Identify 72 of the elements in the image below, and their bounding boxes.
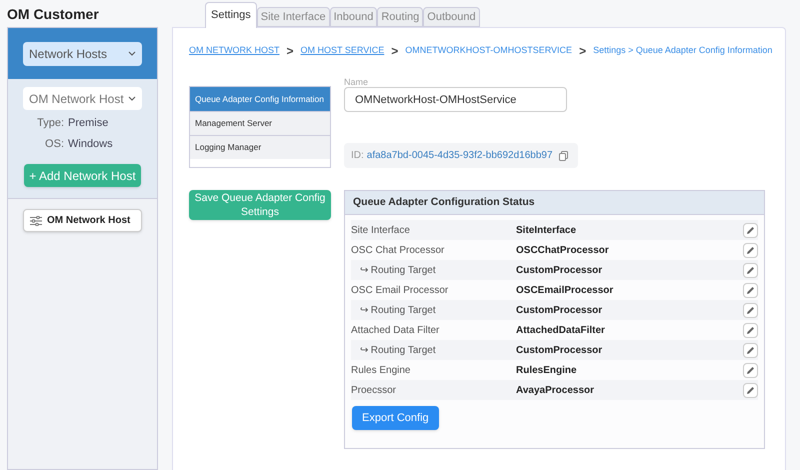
- row-label: Site Interface: [351, 224, 411, 238]
- host-select[interactable]: OM Network Host: [23, 87, 142, 110]
- section-item[interactable]: Management Server: [190, 111, 330, 135]
- row-label: OSC Chat Processor: [351, 244, 446, 258]
- edit-button[interactable]: [743, 262, 758, 278]
- row-value: OSCEmailProcessor: [516, 284, 614, 298]
- breadcrumb-separator: >: [286, 43, 294, 60]
- pencil-icon: [746, 306, 755, 314]
- tab[interactable]: Routing: [377, 7, 424, 27]
- id-value: afa8a7bd-0045-4d35-93f2-bb692d16bb97: [366, 149, 553, 163]
- detail-value: Premise: [68, 116, 108, 131]
- row-value: AvayaProcessor: [516, 384, 596, 398]
- edit-button[interactable]: [743, 342, 758, 358]
- row-label: ↪ Routing Target: [359, 304, 437, 318]
- save-settings-button[interactable]: Save Queue Adapter Config Settings: [189, 190, 331, 220]
- breadcrumb-link[interactable]: OM HOST SERVICE: [300, 44, 384, 58]
- row-value: SiteInterface: [516, 224, 578, 238]
- copy-icon[interactable]: [558, 150, 568, 160]
- id-label: ID:: [351, 149, 364, 163]
- name-field[interactable]: OMNetworkHost-OMHostService: [344, 87, 567, 112]
- pencil-icon: [746, 266, 755, 274]
- chevron-down-icon: [128, 51, 136, 56]
- row-value: CustomProcessor: [516, 264, 604, 278]
- edit-button[interactable]: [743, 302, 758, 318]
- tab[interactable]: Outbound: [423, 7, 480, 27]
- pencil-icon: [746, 326, 755, 334]
- app-title: OM Customer: [7, 5, 100, 24]
- row-label: ↪ Routing Target: [359, 264, 437, 278]
- row-value: OSCChatProcessor: [516, 244, 610, 258]
- edit-button[interactable]: [743, 362, 758, 378]
- add-network-host-button[interactable]: + Add Network Host: [24, 164, 141, 187]
- pencil-icon: [746, 226, 755, 234]
- export-config-button[interactable]: Export Config: [352, 406, 439, 430]
- edit-button[interactable]: [743, 222, 758, 238]
- edit-button[interactable]: [743, 382, 758, 398]
- chevron-down-icon: [128, 96, 136, 101]
- pencil-icon: [746, 346, 755, 354]
- pencil-icon: [746, 246, 755, 254]
- tab[interactable]: Inbound: [330, 7, 378, 27]
- host-label: OM Network Host: [47, 214, 130, 228]
- pencil-icon: [746, 286, 755, 294]
- detail-value: Windows: [68, 136, 113, 152]
- row-label: OSC Email Processor: [351, 284, 450, 298]
- breadcrumb-item: OMNETWORKHOST-OMHOSTSERVICE: [405, 44, 572, 58]
- edit-button[interactable]: [743, 282, 758, 298]
- row-value: RulesEngine: [516, 364, 578, 378]
- edit-button[interactable]: [743, 242, 758, 258]
- breadcrumb-separator: >: [391, 43, 398, 60]
- row-value: AttachedDataFilter: [516, 324, 606, 338]
- row-label: Proecssor: [351, 384, 398, 398]
- row-value: CustomProcessor: [516, 344, 604, 358]
- tab[interactable]: Site Interface: [256, 7, 330, 27]
- tab[interactable]: Settings: [205, 2, 257, 28]
- pencil-icon: [746, 386, 755, 394]
- section-item[interactable]: Logging Manager: [190, 135, 330, 159]
- row-label: ↪ Routing Target: [359, 344, 437, 358]
- sliders-icon: [30, 216, 42, 226]
- pencil-icon: [746, 366, 755, 374]
- status-panel-header: Queue Adapter Configuration Status: [345, 191, 764, 215]
- row-label: Rules Engine: [351, 364, 412, 378]
- detail-label: Type:: [36, 116, 64, 131]
- host-item[interactable]: OM Network Host: [23, 209, 142, 232]
- section-item[interactable]: Queue Adapter Config Information: [190, 87, 330, 111]
- detail-label: OS:: [44, 136, 64, 152]
- row-label: Attached Data Filter: [351, 324, 440, 338]
- breadcrumb-link[interactable]: OM NETWORK HOST: [189, 44, 280, 58]
- row-value: CustomProcessor: [516, 304, 604, 318]
- name-label: Name: [344, 76, 370, 87]
- breadcrumb-item: Settings > Queue Adapter Config Information: [593, 44, 772, 58]
- category-select[interactable]: Network Hosts: [23, 42, 142, 66]
- edit-button[interactable]: [743, 322, 758, 338]
- breadcrumb-separator: >: [579, 43, 586, 60]
